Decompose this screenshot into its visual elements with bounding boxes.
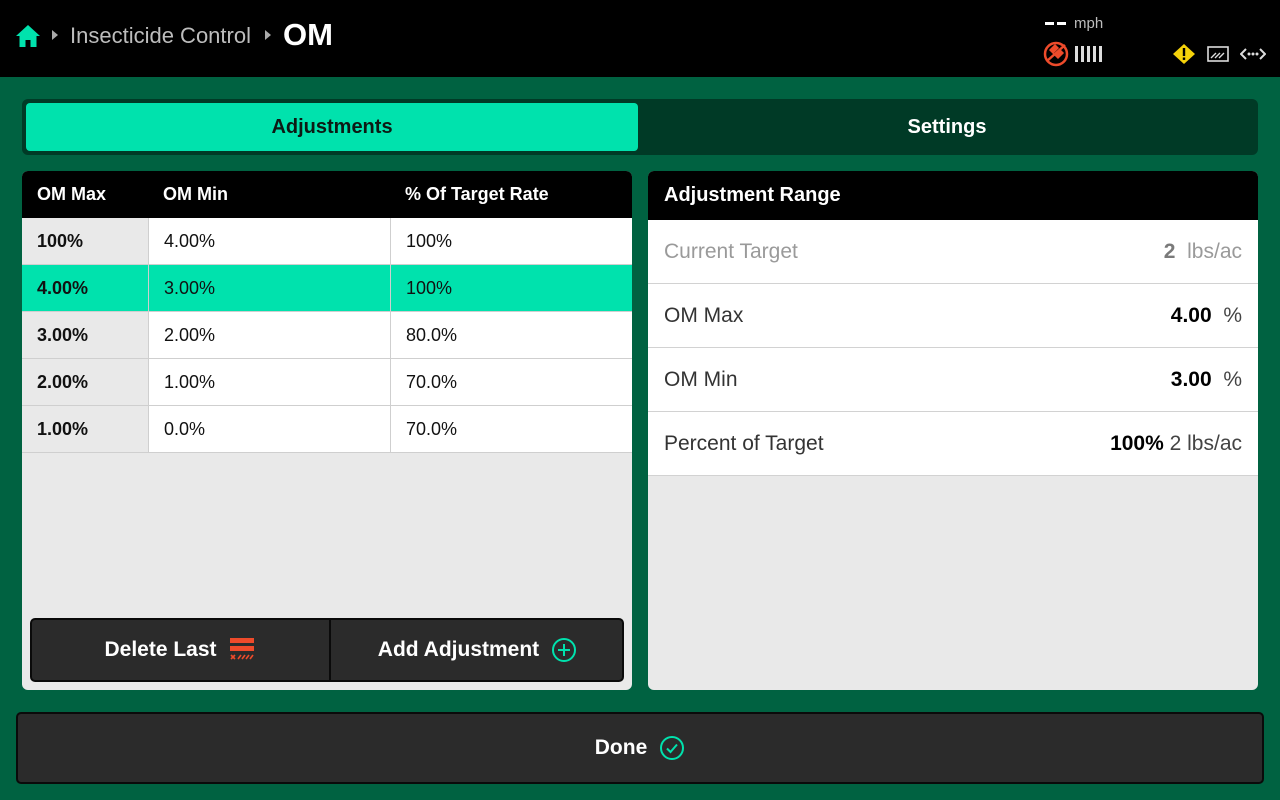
cell-om-min: 1.00%: [148, 359, 390, 405]
cell-om-max: 1.00%: [22, 406, 148, 452]
cell-om-max: 4.00%: [22, 265, 148, 311]
done-label: Done: [594, 736, 648, 759]
percent-of-target-value[interactable]: 100% 2 lbs/ac: [1110, 412, 1242, 476]
tab-settings[interactable]: Settings: [640, 103, 1254, 151]
column-header-om-max: OM Max: [37, 184, 107, 204]
cell-om-min: 4.00%: [148, 218, 390, 264]
current-target-row: Current Target 2 lbs/ac: [648, 220, 1258, 284]
adjustments-table-panel: OM Max OM Min % Of Target Rate 100% 4.00…: [22, 171, 632, 690]
cell-target-rate: 70.0%: [390, 406, 632, 452]
top-bar: Insecticide Control OM mph: [0, 0, 1280, 77]
tab-adjustments[interactable]: Adjustments: [26, 103, 638, 151]
om-max-field[interactable]: OM Max 4.00 %: [648, 284, 1258, 348]
cell-om-min: 2.00%: [148, 312, 390, 358]
cell-target-rate: 100%: [390, 218, 632, 264]
adjustment-range-panel: Adjustment Range Current Target 2 lbs/ac…: [648, 171, 1258, 690]
om-max-value[interactable]: 4.00 %: [1171, 284, 1242, 348]
add-adjustment-button[interactable]: Add Adjustment: [329, 620, 624, 680]
table-row[interactable]: 1.00% 0.0% 70.0%: [22, 406, 632, 453]
table-header: OM Max OM Min % Of Target Rate: [22, 171, 632, 218]
current-target-label: Current Target: [664, 240, 798, 263]
current-target-value: 2 lbs/ac: [1163, 240, 1242, 263]
cell-om-max: 3.00%: [22, 312, 148, 358]
breadcrumb-arrow-icon: [52, 30, 58, 40]
om-min-label: OM Min: [664, 368, 738, 391]
column-header-target-rate: % Of Target Rate: [405, 184, 549, 204]
cell-target-rate: 100%: [390, 265, 632, 311]
table-row-selected[interactable]: 4.00% 3.00% 100%: [22, 265, 632, 312]
table-row[interactable]: 100% 4.00% 100%: [22, 218, 632, 265]
delete-last-button[interactable]: Delete Last: [32, 620, 327, 680]
cell-target-rate: 80.0%: [390, 312, 632, 358]
done-button[interactable]: Done: [16, 712, 1264, 784]
delete-rows-icon: [229, 638, 254, 660]
cell-target-rate: 70.0%: [390, 359, 632, 405]
column-header-om-min: OM Min: [163, 184, 228, 204]
percent-of-target-field[interactable]: Percent of Target 100% 2 lbs/ac: [648, 412, 1258, 476]
warning-icon[interactable]: [1172, 43, 1196, 65]
check-circle-icon: [660, 736, 685, 760]
connectivity-icon[interactable]: [1240, 45, 1266, 63]
table-row[interactable]: 3.00% 2.00% 80.0%: [22, 312, 632, 359]
add-adjustment-label: Add Adjustment: [377, 638, 540, 661]
field-map-icon[interactable]: [1207, 45, 1229, 63]
om-min-value[interactable]: 3.00 %: [1171, 348, 1242, 412]
tab-bar: Adjustments Settings: [22, 99, 1258, 155]
table-actions: Delete Last Add Adjustment: [30, 618, 624, 682]
plus-circle-icon: [552, 638, 577, 662]
speed-unit: mph: [1074, 15, 1104, 32]
cell-om-max: 2.00%: [22, 359, 148, 405]
percent-of-target-label: Percent of Target: [664, 432, 824, 455]
page-title: OM: [283, 17, 333, 52]
om-max-label: OM Max: [664, 304, 744, 327]
cell-om-max: 100%: [22, 218, 148, 264]
cell-om-min: 3.00%: [148, 265, 390, 311]
om-min-field[interactable]: OM Min 3.00 %: [648, 348, 1258, 412]
table-row[interactable]: 2.00% 1.00% 70.0%: [22, 359, 632, 406]
adjustment-range-title: Adjustment Range: [648, 171, 1258, 220]
breadcrumb-arrow-icon: [265, 30, 271, 40]
gps-satellite-icon[interactable]: [1043, 41, 1069, 67]
home-icon[interactable]: [15, 24, 41, 48]
speed-value: [1045, 22, 1067, 26]
signal-strength-icon: [1075, 46, 1105, 62]
delete-last-label: Delete Last: [104, 638, 217, 661]
cell-om-min: 0.0%: [148, 406, 390, 452]
breadcrumb-insecticide-control[interactable]: Insecticide Control: [70, 22, 251, 50]
